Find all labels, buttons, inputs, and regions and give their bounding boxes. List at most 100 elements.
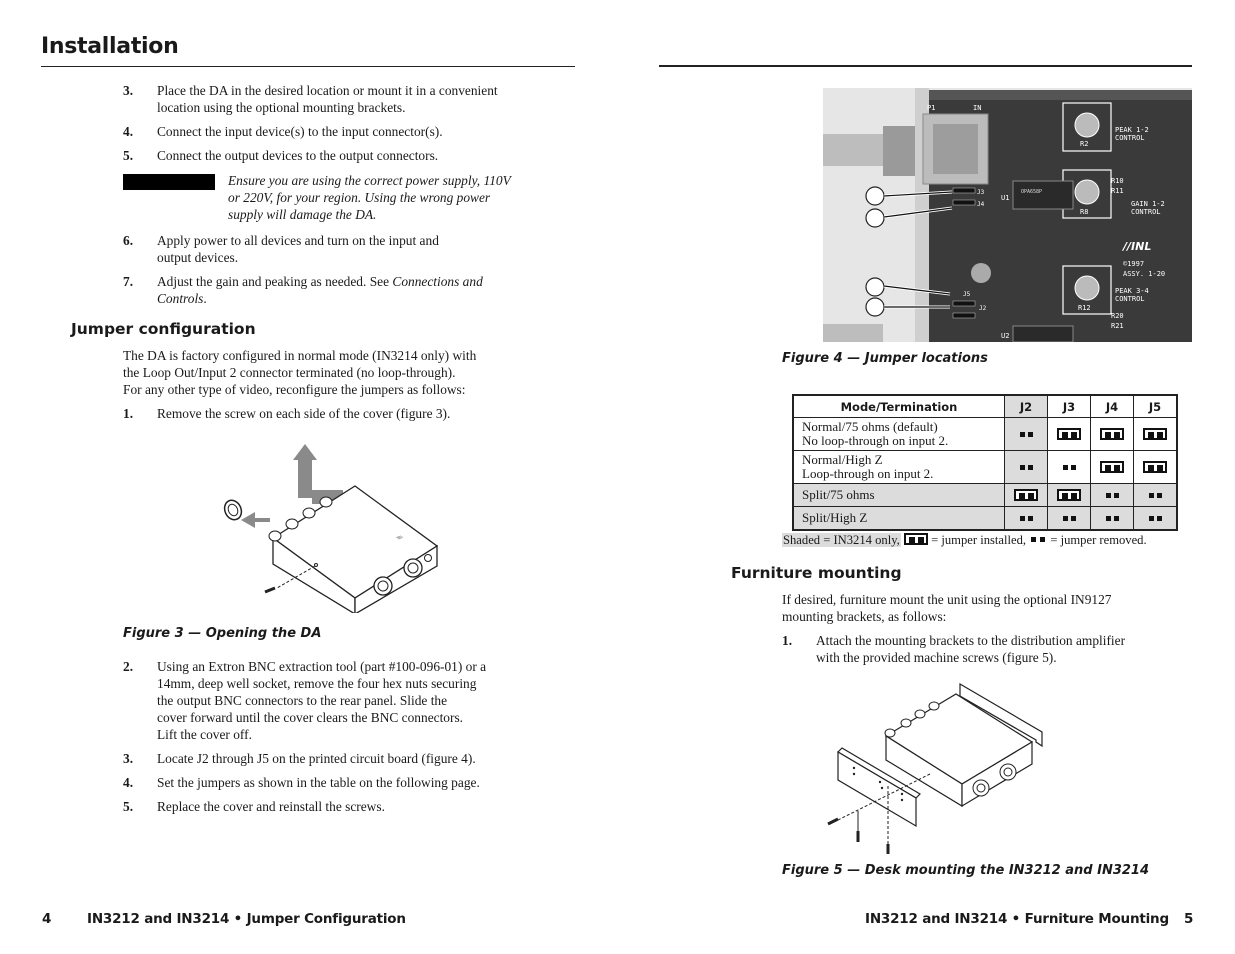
svg-text:U1: U1 [1001,194,1009,202]
figure-3-opening-da-illustration: ⁄⁄⁄⁄ [223,444,439,613]
step-7-adjust-gain: 7. Adjust the gain and peaking as needed… [123,274,483,306]
jumper-removed-icon [1058,513,1080,524]
jumper-installed-icon [1143,461,1167,474]
jumper-cell-j4 [1090,483,1134,507]
jumper-removed-icon [1144,513,1166,524]
left-footer-text: IN3212 and IN3214 • Jumper Configuration [87,911,406,927]
furniture-intro-paragraph: If desired, furniture mount the unit usi… [782,592,1112,624]
screw-icon [264,586,276,594]
step-3-place: 3. Place the DA in the desired location … [123,83,498,115]
svg-text:GAIN 1-2: GAIN 1-2 [1131,200,1165,208]
col-header-j5: J5 [1133,394,1178,418]
legend-installed: = jumper installed, [931,533,1027,547]
jumper-cell-j5 [1133,417,1178,451]
jumper-cell-j4 [1090,506,1134,531]
jumper-intro-paragraph: The DA is factory configured in normal m… [123,348,477,397]
figure-5-desk-mounting-illustration [827,682,1043,854]
table-row: Normal/High Z Loop-through on input 2. [792,450,1178,484]
bnc-connector-icon [373,576,393,596]
jumper-cell-j2 [1004,506,1048,531]
right-page-number: 5 [1184,911,1194,927]
svg-text:CONTROL: CONTROL [1115,295,1145,303]
section-heading-furniture-mounting: Furniture mounting [731,564,902,582]
table-row: Split/75 ohms [792,483,1178,507]
jumper-installed-icon [903,533,928,545]
step-4-connect-input: 4. Connect the input device(s) to the in… [123,124,443,139]
hex-nut-icon [223,499,243,521]
screw-icon [827,817,839,826]
table-header-row: Mode/Termination J2 J3 J4 J5 [792,394,1178,418]
jumper-step-2: 2. Using an Extron BNC extraction tool (… [123,659,487,742]
lift-cover-arrow-icon [293,444,343,504]
jumper-installed-icon [1014,489,1038,502]
svg-text:J5: J5 [963,291,971,298]
jumper-cell-j4 [1090,450,1134,484]
jumper-installed-icon [1100,428,1124,441]
svg-text:©1997: ©1997 [1123,260,1144,268]
svg-text:CONTROL: CONTROL [1115,134,1145,142]
figure-5-caption: Figure 5 — Desk mounting the IN3212 and … [782,863,1150,878]
jumper-installed-icon [1143,428,1167,441]
callout-j2-icon [865,297,885,317]
svg-text:ASSY. 1-20: ASSY. 1-20 [1123,270,1165,278]
callout-j5-icon [865,277,885,297]
jumper-removed-icon [1015,513,1037,524]
jumper-removed-icon [1058,462,1080,473]
jumper-removed-icon [1029,534,1047,545]
caution-note: Ensure you are using the correct power s… [228,173,511,222]
jumper-removed-icon [1015,429,1037,440]
svg-text:R2: R2 [1080,140,1088,148]
callout-j4-icon [865,208,885,228]
col-header-j2: J2 [1004,394,1048,418]
remove-nut-arrow-icon [241,512,270,528]
svg-text:IN: IN [973,104,981,112]
col-header-j3: J3 [1047,394,1091,418]
svg-text:CONTROL: CONTROL [1131,208,1161,216]
legend-shaded: Shaded = IN3214 only, [782,533,901,547]
svg-text:R8: R8 [1080,208,1088,216]
jumper-cell-j3 [1047,450,1091,484]
mode-cell: Normal/75 ohms (default) No loop-through … [792,417,1005,451]
jumper-cell-j2 [1004,483,1048,507]
page-title: Installation [41,34,179,59]
jumper-installed-icon [1057,428,1081,441]
mode-cell: Split/High Z [792,506,1005,531]
connections-controls-link[interactable]: Connections and [392,274,482,289]
svg-text:PEAK 1-2: PEAK 1-2 [1115,126,1149,134]
jumper-installed-icon [1057,489,1081,502]
jumper-cell-j2 [1004,450,1048,484]
svg-text:R20: R20 [1111,312,1124,320]
svg-text://INL: //INL [1121,240,1151,253]
jumper-cell-j3 [1047,483,1091,507]
left-page-number: 4 [42,911,52,927]
bnc-connector-icon [972,779,990,797]
da-unit-body [271,485,439,599]
step-5-connect-output: 5. Connect the output devices to the out… [123,148,439,163]
legend-removed: = jumper removed. [1050,533,1147,547]
jumper-removed-icon [1101,513,1123,524]
svg-text:J3: J3 [977,189,985,196]
bnc-input-connector [823,134,883,166]
svg-text:R21: R21 [1111,322,1124,330]
step-6-apply-power: 6. Apply power to all devices and turn o… [123,233,439,265]
right-footer-text: IN3212 and IN3214 • Furniture Mounting [865,911,1169,927]
mode-cell: Split/75 ohms [792,483,1005,507]
header-rule-left [41,66,575,67]
caution-label-bar [123,174,215,190]
table-row: Split/High Z [792,506,1178,531]
jumper-cell-j3 [1047,417,1091,451]
jumper-cell-j4 [1090,417,1134,451]
figure-4-caption: Figure 4 — Jumper locations [782,351,988,366]
svg-text:R12: R12 [1078,304,1091,312]
col-header-j4: J4 [1090,394,1134,418]
svg-text:PEAK 3-4: PEAK 3-4 [1115,287,1149,295]
jumper-cell-j5 [1133,506,1178,531]
jumper-step-1: 1. Remove the screw on each side of the … [123,406,451,421]
jumper-cell-j5 [1133,450,1178,484]
section-heading-jumper-configuration: Jumper configuration [71,320,256,338]
svg-text:J4: J4 [977,201,985,208]
figure-3-caption: Figure 3 — Opening the DA [123,626,322,641]
jumper-cell-j2 [1004,417,1048,451]
bnc-connector-icon [403,558,423,578]
svg-text:R11: R11 [1111,187,1124,195]
